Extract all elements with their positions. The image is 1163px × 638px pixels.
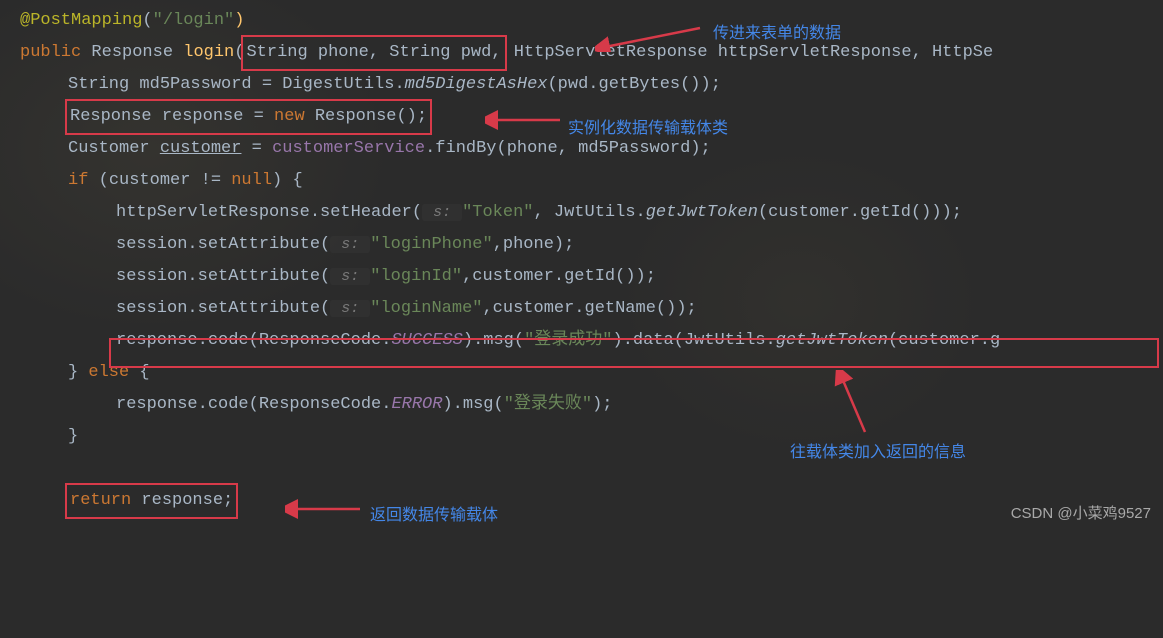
code-text: (customer.g bbox=[888, 331, 1000, 350]
code-text: httpServletResponse.setHeader( bbox=[116, 203, 422, 222]
param-hint: s: bbox=[330, 300, 370, 317]
field-ref: customerService bbox=[272, 139, 425, 158]
code-text: String md5Password = DigestUtils. bbox=[68, 75, 405, 94]
string-literal: "loginName" bbox=[370, 299, 482, 318]
code-line: public Response login(String phone, Stri… bbox=[20, 37, 1163, 69]
brace: { bbox=[129, 363, 149, 382]
highlight-box-return: return response; bbox=[65, 483, 238, 519]
code-text: session.setAttribute( bbox=[116, 235, 330, 254]
code-line: @PostMapping("/login") bbox=[20, 5, 1163, 37]
constant-success: SUCCESS bbox=[391, 331, 462, 350]
code-text: Customer bbox=[68, 139, 160, 158]
param-hint: s: bbox=[330, 268, 370, 285]
code-line: response.code(ResponseCode.SUCCESS).msg(… bbox=[20, 325, 1163, 357]
string-literal: "登录失败" bbox=[504, 395, 592, 414]
watermark: CSDN @小菜鸡9527 bbox=[1011, 498, 1151, 530]
string-literal: "loginPhone" bbox=[370, 235, 492, 254]
string-literal: "loginId" bbox=[370, 267, 462, 286]
code-line: if (customer != null) { bbox=[20, 165, 1163, 197]
code-text: ,customer.getName()); bbox=[482, 299, 696, 318]
keyword-if: if bbox=[68, 171, 88, 190]
code-line: return response; bbox=[20, 485, 1163, 517]
paren-open: ( bbox=[142, 11, 152, 30]
code-text: ,phone); bbox=[493, 235, 575, 254]
highlight-box-response: Response response = new Response(); bbox=[65, 99, 432, 135]
brace: } bbox=[68, 427, 78, 446]
code-text: (customer.getId())); bbox=[758, 203, 962, 222]
code-line: } bbox=[20, 421, 1163, 453]
annotation-label-1: 传进来表单的数据 bbox=[713, 18, 841, 50]
code-text: session.setAttribute( bbox=[116, 267, 330, 286]
annotation-label-4: 返回数据传输载体 bbox=[370, 500, 498, 532]
param-hint: s: bbox=[330, 236, 370, 253]
code-editor[interactable]: @PostMapping("/login") public Response l… bbox=[20, 5, 1163, 517]
code-line-blank bbox=[20, 453, 1163, 485]
param-hint: s: bbox=[422, 204, 462, 221]
code-text: (pwd.getBytes()); bbox=[547, 75, 720, 94]
static-method: getJwtToken bbox=[776, 331, 888, 350]
code-line: session.setAttribute( s: "loginName",cus… bbox=[20, 293, 1163, 325]
code-text: ); bbox=[592, 395, 612, 414]
code-line: response.code(ResponseCode.ERROR).msg("登… bbox=[20, 389, 1163, 421]
arrow-icon bbox=[595, 12, 705, 52]
code-text: ( bbox=[88, 171, 108, 190]
code-text: ).msg( bbox=[463, 331, 524, 350]
arrow-icon bbox=[485, 108, 565, 132]
arrow-icon bbox=[285, 497, 365, 521]
code-text: ,customer.getId()); bbox=[462, 267, 656, 286]
keyword-else: else bbox=[88, 363, 129, 382]
code-text: ).msg( bbox=[442, 395, 503, 414]
annotation-label-3: 往载体类加入返回的信息 bbox=[790, 437, 966, 469]
code-text: session.setAttribute( bbox=[116, 299, 330, 318]
code-text: ) { bbox=[272, 171, 303, 190]
string-literal: "Token" bbox=[462, 203, 533, 222]
code-text: = bbox=[241, 139, 272, 158]
code-text: , JwtUtils. bbox=[534, 203, 646, 222]
arrow-icon bbox=[830, 370, 890, 440]
code-line: String md5Password = DigestUtils.md5Dige… bbox=[20, 69, 1163, 101]
keyword-null: null bbox=[231, 171, 272, 190]
brace: } bbox=[68, 363, 88, 382]
paren-close: ) bbox=[234, 11, 244, 30]
code-text: Response response = bbox=[70, 107, 274, 126]
code-text: response; bbox=[131, 491, 233, 510]
annotation-token: @PostMapping bbox=[20, 11, 142, 30]
code-line: } else { bbox=[20, 357, 1163, 389]
code-text: Response(); bbox=[305, 107, 427, 126]
variable-customer: customer bbox=[160, 139, 242, 158]
type-token: Response bbox=[81, 43, 183, 62]
keyword-public: public bbox=[20, 43, 81, 62]
code-line: session.setAttribute( s: "loginId",custo… bbox=[20, 261, 1163, 293]
keyword-new: new bbox=[274, 107, 305, 126]
code-line: httpServletResponse.setHeader( s: "Token… bbox=[20, 197, 1163, 229]
annotation-label-2: 实例化数据传输载体类 bbox=[568, 113, 728, 145]
static-method: getJwtToken bbox=[646, 203, 758, 222]
string-literal: "登录成功" bbox=[524, 331, 612, 350]
keyword-return: return bbox=[70, 491, 131, 510]
constant-error: ERROR bbox=[391, 395, 442, 414]
static-method: md5DigestAsHex bbox=[405, 75, 548, 94]
code-text: customer != bbox=[109, 171, 231, 190]
code-text: ).data(JwtUtils. bbox=[613, 331, 776, 350]
code-text: response.code(ResponseCode. bbox=[116, 331, 391, 350]
method-name: login bbox=[183, 43, 234, 62]
code-line: session.setAttribute( s: "loginPhone",ph… bbox=[20, 229, 1163, 261]
string-literal: "/login" bbox=[153, 11, 235, 30]
highlight-box-params: String phone, String pwd, bbox=[241, 35, 506, 71]
method-params: String phone, String pwd, bbox=[246, 43, 501, 62]
code-text: response.code(ResponseCode. bbox=[116, 395, 391, 414]
